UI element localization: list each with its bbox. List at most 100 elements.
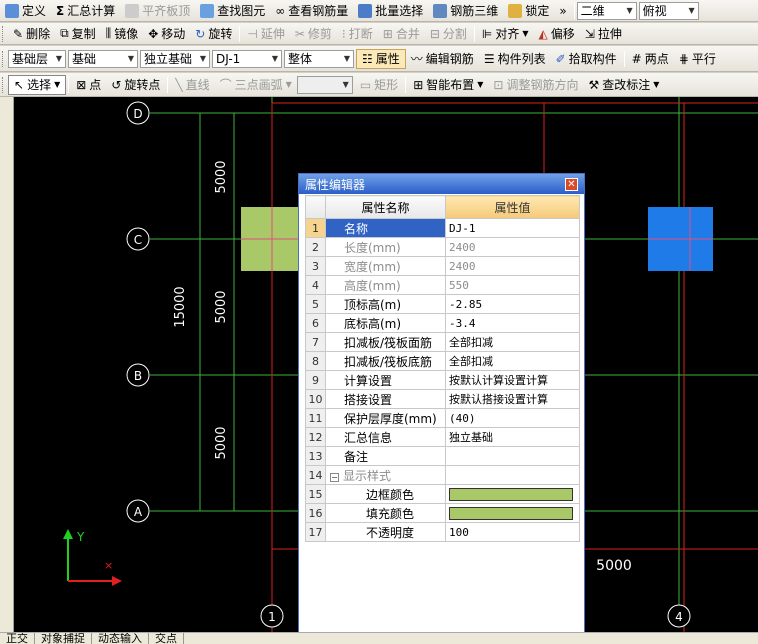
cursor-icon: ↖ <box>14 77 25 92</box>
line-button[interactable]: ╲ 直线 <box>170 75 214 95</box>
copy-button[interactable]: ⧉ 复制 <box>55 24 101 44</box>
property-row-summary-info[interactable]: 12 汇总信息 独立基础 <box>305 427 580 447</box>
stretch-button[interactable]: ⇲ 拉伸 <box>580 24 627 44</box>
align-button[interactable]: ⊫ 对齐 ▼ <box>477 24 534 44</box>
trim-button[interactable]: ✂ 修剪 <box>290 24 337 44</box>
part-select[interactable]: 整体 ▼ <box>284 49 354 68</box>
summary-calc-button[interactable]: Σ 汇总计算 <box>51 1 120 21</box>
property-row-remarks[interactable]: 13 备注 <box>305 446 580 466</box>
property-value-top-elevation[interactable]: -2.85 <box>445 294 580 314</box>
offset-button[interactable]: ◭ 偏移 <box>534 24 580 44</box>
foundation-right[interactable] <box>648 207 713 271</box>
svg-text:C: C <box>134 233 142 247</box>
category-select[interactable]: 基础 ▼ <box>68 49 138 68</box>
rectangle-button[interactable]: ▭ 矩形 <box>355 75 403 95</box>
toolbar-grip[interactable] <box>2 76 5 93</box>
toolbar-grip[interactable] <box>2 25 5 42</box>
property-value-deduct-bottom-rebar[interactable]: 全部扣减 <box>445 351 580 371</box>
property-value-border-color[interactable] <box>445 484 580 504</box>
view-mode-select[interactable]: 二维 ▼ <box>576 1 637 20</box>
split-button[interactable]: ⊟ 分割 <box>425 24 472 44</box>
mirror-button[interactable]: ⫼ 镜像 <box>101 24 144 44</box>
layer-select[interactable]: 基础层 ▼ <box>8 49 66 68</box>
property-value-height[interactable]: 550 <box>445 275 580 295</box>
properties-button[interactable]: ☷ 属性 <box>356 48 406 69</box>
property-row-name[interactable]: 1 名称 DJ-1 <box>305 218 580 238</box>
property-value-fill-color[interactable] <box>445 503 580 523</box>
select-button[interactable]: ↖ 选择 ▼ <box>8 74 67 95</box>
property-row-deduct-top-rebar[interactable]: 7 扣减板/筏板面筋 全部扣减 <box>305 332 580 352</box>
view-direction-select[interactable]: 俯视 ▼ <box>638 1 699 20</box>
property-row-deduct-bottom-rebar[interactable]: 8 扣减板/筏板底筋 全部扣减 <box>305 351 580 371</box>
property-row-width[interactable]: 3 宽度(mm) 2400 <box>305 256 580 276</box>
type-select[interactable]: 独立基础 ▼ <box>140 49 210 68</box>
toolbar-grip[interactable] <box>2 50 5 67</box>
merge-button[interactable]: ⊞ 合并 <box>378 24 425 44</box>
collapse-icon[interactable]: − <box>330 472 339 482</box>
property-row-cover-thickness[interactable]: 11 保护层厚度(mm) (40) <box>305 408 580 428</box>
component-select[interactable]: DJ-1 ▼ <box>212 49 282 68</box>
property-row-border-color[interactable]: 15 边框颜色 <box>305 484 580 504</box>
find-element-button[interactable]: 查找图元 <box>195 1 270 21</box>
parallel-button[interactable]: ⋕ 平行 <box>674 49 721 69</box>
extend-button[interactable]: ⊣ 延伸 <box>242 24 289 44</box>
intersection-toggle[interactable]: 交点 <box>149 633 184 644</box>
check-labels-button[interactable]: ⚒ 查改标注 ▼ <box>584 75 665 95</box>
rebar-3d-button[interactable]: 钢筋三维 <box>428 1 503 21</box>
left-panel-edge[interactable] <box>0 97 14 632</box>
property-row-top-elevation[interactable]: 5 顶标高(m) -2.85 <box>305 294 580 314</box>
property-row-calc-settings[interactable]: 9 计算设置 按默认计算设置计算 <box>305 370 580 390</box>
property-value-width[interactable]: 2400 <box>445 256 580 276</box>
property-row-fill-color[interactable]: 16 填充颜色 <box>305 503 580 523</box>
fill-color-swatch[interactable] <box>449 506 573 520</box>
property-value-lap-settings[interactable]: 按默认搭接设置计算 <box>445 389 580 409</box>
more-button[interactable]: » <box>554 1 571 21</box>
property-row-lap-settings[interactable]: 10 搭接设置 按默认搭接设置计算 <box>305 389 580 409</box>
arc-param-select[interactable]: ▼ <box>296 75 353 94</box>
lock-button[interactable]: 锁定 <box>503 1 554 21</box>
header-property-value[interactable]: 属性值 <box>445 195 580 219</box>
define-button[interactable]: 定义 <box>0 1 51 21</box>
close-icon[interactable]: ✕ <box>565 177 578 191</box>
rotate-point-button[interactable]: ↺ 旋转点 <box>106 75 165 95</box>
move-button[interactable]: ✥ 移动 <box>143 24 190 44</box>
delete-button[interactable]: ✎ 删除 <box>8 24 55 44</box>
dynamic-input-toggle[interactable]: 动态输入 <box>92 633 149 644</box>
property-row-display-style[interactable]: 14 − 显示样式 <box>305 465 580 485</box>
property-editor-dialog[interactable]: 属性编辑器 ✕ 属性名称 属性值 1 名称 DJ-1 2 长度(mm) 2400 <box>298 173 585 644</box>
flush-board-top-button[interactable]: 平齐板顶 <box>120 1 195 21</box>
property-row-length[interactable]: 2 长度(mm) 2400 <box>305 237 580 257</box>
property-value-summary-info[interactable]: 独立基础 <box>445 427 580 447</box>
object-snap-toggle[interactable]: 对象捕捉 <box>35 633 92 644</box>
property-value-bottom-elevation[interactable]: -3.4 <box>445 313 580 333</box>
property-value-length[interactable]: 2400 <box>445 237 580 257</box>
property-value-calc-settings[interactable]: 按默认计算设置计算 <box>445 370 580 390</box>
header-property-name[interactable]: 属性名称 <box>325 195 446 219</box>
property-value-opacity[interactable]: 100 <box>445 522 580 542</box>
edit-rebar-button[interactable]: 〰编辑钢筋 <box>406 49 479 69</box>
chevron-down-icon: ▼ <box>54 80 61 89</box>
two-points-button[interactable]: # 两点 <box>627 49 674 69</box>
smart-layout-button[interactable]: ⊞ 智能布置 ▼ <box>408 75 488 95</box>
adjust-rebar-dir-button[interactable]: ⊡ 调整钢筋方向 <box>488 75 583 95</box>
property-row-bottom-elevation[interactable]: 6 底标高(m) -3.4 <box>305 313 580 333</box>
property-value-name[interactable]: DJ-1 <box>445 218 580 238</box>
property-value-cover-thickness[interactable]: (40) <box>445 408 580 428</box>
orthogonal-toggle[interactable]: 正交 <box>0 633 35 644</box>
break-button[interactable]: ⁝ 打断 <box>337 24 378 44</box>
border-color-swatch[interactable] <box>449 487 573 501</box>
rotate-button[interactable]: ↻ 旋转 <box>190 24 237 44</box>
property-value-deduct-top-rebar[interactable]: 全部扣减 <box>445 332 580 352</box>
point-button[interactable]: ⊠ 点 <box>71 75 106 95</box>
pick-component-button[interactable]: ✐ 拾取构件 <box>551 49 622 69</box>
property-value-remarks[interactable] <box>445 446 580 466</box>
component-list-button[interactable]: ☰ 构件列表 <box>479 49 551 69</box>
view-rebar-qty-button[interactable]: ∞ 查看钢筋量 <box>270 1 353 21</box>
adjust-rebar-icon: ⊡ <box>493 77 504 92</box>
property-row-opacity[interactable]: 17 不透明度 100 <box>305 522 580 542</box>
batch-select-button[interactable]: 批量选择 <box>353 1 428 21</box>
property-row-height[interactable]: 4 高度(mm) 550 <box>305 275 580 295</box>
foundation-dj1-left[interactable] <box>241 207 303 271</box>
three-point-arc-button[interactable]: ⌒ 三点画弧 ▼ <box>215 75 297 95</box>
property-editor-titlebar[interactable]: 属性编辑器 ✕ <box>299 174 584 194</box>
